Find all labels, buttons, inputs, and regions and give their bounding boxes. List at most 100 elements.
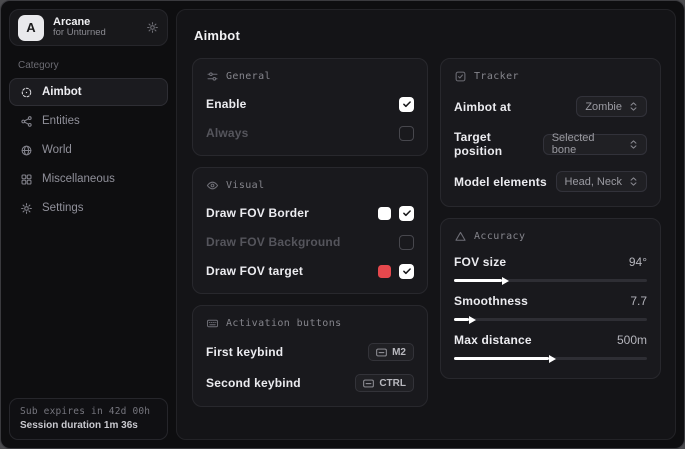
app-window: A Arcane for Unturned Category Aimbot: [0, 0, 685, 449]
fov-size-slider-block: FOV size 94°: [454, 255, 647, 282]
setting-label: Enable: [206, 97, 247, 111]
setting-row-fov-target: Draw FOV target: [206, 263, 414, 279]
keyboard-icon: [376, 348, 387, 357]
sidebar-item-aimbot[interactable]: Aimbot: [9, 78, 168, 106]
fov-border-color-swatch[interactable]: [378, 207, 391, 220]
activation-buttons-card: Activation buttons First keybind M2: [192, 305, 428, 407]
card-title-text: General: [226, 71, 271, 82]
setting-label: Draw FOV Border: [206, 206, 309, 220]
sidebar-item-entities[interactable]: Entities: [9, 107, 168, 135]
setting-label: First keybind: [206, 345, 283, 359]
setting-row-enable: Enable: [206, 96, 414, 112]
sidebar: A Arcane for Unturned Category Aimbot: [1, 1, 176, 448]
setting-label: Target position: [454, 130, 543, 158]
brand-text: Arcane for Unturned: [53, 16, 106, 40]
crosshair-icon: [20, 86, 33, 99]
sidebar-item-label: Settings: [42, 202, 84, 214]
max-distance-slider-block: Max distance 500m: [454, 333, 647, 360]
fov-target-checkbox[interactable]: [399, 264, 414, 279]
sidebar-item-label: Miscellaneous: [42, 173, 115, 185]
setting-row-model-elements: Model elements Head, Neck: [454, 171, 647, 192]
sidebar-item-world[interactable]: World: [9, 136, 168, 164]
setting-row-always: Always: [206, 125, 414, 141]
select-value: Selected bone: [552, 132, 622, 156]
setting-label: Draw FOV target: [206, 264, 303, 278]
max-distance-value: 500m: [617, 333, 647, 347]
always-checkbox[interactable]: [399, 126, 414, 141]
grid-icon: [20, 173, 33, 186]
setting-label: Aimbot at: [454, 100, 511, 114]
setting-row-fov-background: Draw FOV Background: [206, 234, 414, 250]
card-title-text: Visual: [226, 180, 265, 191]
settings-gear-icon[interactable]: [146, 21, 159, 34]
fov-background-checkbox[interactable]: [399, 235, 414, 250]
sidebar-item-label: Aimbot: [42, 86, 82, 98]
smoothness-slider[interactable]: [454, 318, 647, 321]
eye-icon: [206, 179, 219, 192]
tracker-card: Tracker Aimbot at Zombie Target position: [440, 58, 661, 207]
setting-row-second-keybind: Second keybind CTRL: [206, 374, 414, 392]
general-card-title: General: [206, 70, 414, 83]
second-keybind-button[interactable]: CTRL: [355, 374, 414, 392]
triangle-icon: [454, 230, 467, 243]
smoothness-value: 7.7: [630, 294, 647, 308]
keyboard-icon: [363, 379, 374, 388]
sidebar-item-label: Entities: [42, 115, 80, 127]
activation-card-title: Activation buttons: [206, 317, 414, 330]
tune-icon: [206, 70, 219, 83]
fov-target-color-swatch[interactable]: [378, 265, 391, 278]
card-title-text: Tracker: [474, 71, 519, 82]
sidebar-spacer: [9, 223, 168, 398]
general-card: General Enable Always: [192, 58, 428, 156]
slider-fill[interactable]: [454, 279, 502, 282]
nodes-icon: [20, 115, 33, 128]
max-distance-slider[interactable]: [454, 357, 647, 360]
gear-icon: [20, 202, 33, 215]
setting-label: Max distance: [454, 333, 532, 347]
subscription-info-box: Sub expires in 42d 00h Session duration …: [9, 398, 168, 440]
sidebar-item-miscellaneous[interactable]: Miscellaneous: [9, 165, 168, 193]
setting-row-aimbot-at: Aimbot at Zombie: [454, 96, 647, 117]
main-panel: Aimbot General: [176, 9, 676, 440]
accuracy-card-title: Accuracy: [454, 230, 647, 243]
setting-row-first-keybind: First keybind M2: [206, 343, 414, 361]
sidebar-item-label: World: [42, 144, 72, 156]
first-keybind-button[interactable]: M2: [368, 343, 414, 361]
setting-label: Draw FOV Background: [206, 235, 341, 249]
select-value: Head, Neck: [565, 176, 622, 188]
setting-label: Always: [206, 126, 249, 140]
accuracy-card: Accuracy FOV size 94° Smoothness: [440, 218, 661, 379]
page-title: Aimbot: [194, 28, 661, 43]
setting-label: FOV size: [454, 255, 506, 269]
chevron-up-down-icon: [629, 176, 638, 187]
check-square-icon: [454, 70, 467, 83]
session-duration: Session duration 1m 36s: [20, 420, 157, 431]
card-title-text: Accuracy: [474, 231, 525, 242]
brand-card: A Arcane for Unturned: [9, 9, 168, 46]
right-column: Tracker Aimbot at Zombie Target position: [440, 58, 661, 390]
model-elements-select[interactable]: Head, Neck: [556, 171, 647, 192]
globe-icon: [20, 144, 33, 157]
left-column: General Enable Always: [192, 58, 428, 418]
keybind-value: M2: [392, 347, 406, 358]
setting-label: Model elements: [454, 175, 547, 189]
slider-fill[interactable]: [454, 357, 549, 360]
slider-fill[interactable]: [454, 318, 469, 321]
visual-card: Visual Draw FOV Border Draw FOV Backgrou…: [192, 167, 428, 294]
keybind-value: CTRL: [379, 378, 406, 389]
fov-size-value: 94°: [629, 255, 647, 269]
sidebar-item-settings[interactable]: Settings: [9, 194, 168, 222]
fov-size-slider[interactable]: [454, 279, 647, 282]
smoothness-slider-block: Smoothness 7.7: [454, 294, 647, 321]
aimbot-at-select[interactable]: Zombie: [576, 96, 647, 117]
setting-row-target-position: Target position Selected bone: [454, 130, 647, 158]
select-value: Zombie: [585, 101, 622, 113]
category-label: Category: [18, 60, 168, 71]
subscription-expiry: Sub expires in 42d 00h: [20, 406, 157, 417]
enable-checkbox[interactable]: [399, 97, 414, 112]
target-position-select[interactable]: Selected bone: [543, 134, 647, 155]
fov-border-checkbox[interactable]: [399, 206, 414, 221]
visual-card-title: Visual: [206, 179, 414, 192]
app-subtitle: for Unturned: [53, 28, 106, 39]
chevron-up-down-icon: [629, 139, 638, 150]
